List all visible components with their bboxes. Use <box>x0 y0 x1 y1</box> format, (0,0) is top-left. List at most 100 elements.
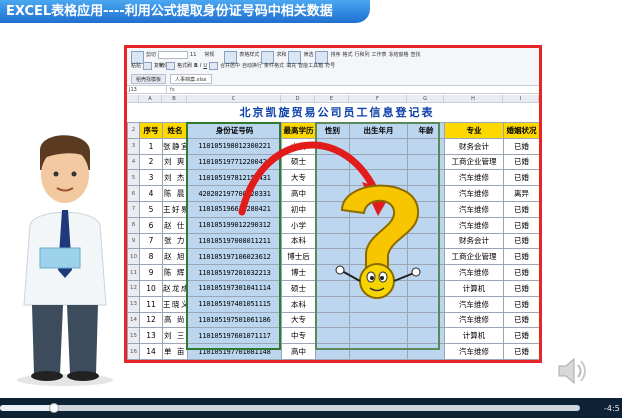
row-number[interactable]: 5 <box>127 169 140 187</box>
major-cell[interactable]: 汽车维修 <box>444 343 504 360</box>
marital-status-cell[interactable]: 已婚 <box>503 327 539 345</box>
serial-cell[interactable]: 7 <box>139 232 163 250</box>
major-cell[interactable]: 工商企业管理 <box>444 153 504 171</box>
id-number-cell[interactable]: 110105198012300221 <box>187 137 282 155</box>
education-cell[interactable]: 本科 <box>281 232 316 250</box>
id-number-cell[interactable]: 110105197712200421 <box>187 153 282 171</box>
serial-cell[interactable]: 12 <box>139 311 163 329</box>
birth-date-cell[interactable] <box>349 137 408 155</box>
row-number[interactable]: 9 <box>127 232 140 250</box>
major-cell[interactable]: 计算机 <box>444 358 504 360</box>
column-header-cell[interactable]: 年龄 <box>407 122 445 139</box>
row-number[interactable]: 14 <box>127 311 140 329</box>
birth-date-cell[interactable] <box>349 311 408 329</box>
education-cell[interactable]: 博士 <box>281 264 316 281</box>
row-number[interactable]: 11 <box>127 264 140 281</box>
row-number[interactable]: 16 <box>127 343 140 360</box>
name-cell[interactable]: 张静宜 <box>162 137 188 155</box>
serial-cell[interactable]: 8 <box>139 248 163 266</box>
gender-cell[interactable] <box>315 137 350 155</box>
major-cell[interactable]: 工商企业管理 <box>444 248 504 266</box>
name-cell[interactable]: 赵 旭 <box>162 248 188 266</box>
education-cell[interactable]: 小学 <box>281 216 316 234</box>
major-cell[interactable]: 汽车维修 <box>444 264 504 281</box>
marital-status-cell[interactable]: 未婚 <box>503 358 539 360</box>
id-number-cell[interactable]: 110105196612280421 <box>187 200 282 218</box>
serial-cell[interactable]: 13 <box>139 327 163 345</box>
name-cell[interactable]: 刘 三 <box>162 327 188 345</box>
name-cell[interactable]: 王好易 <box>162 200 188 218</box>
marital-status-cell[interactable]: 离异 <box>503 185 539 202</box>
age-cell[interactable] <box>407 327 445 345</box>
marital-status-cell[interactable]: 已婚 <box>503 295 539 313</box>
serial-cell[interactable]: 5 <box>139 200 163 218</box>
serial-cell[interactable]: 15 <box>139 358 163 360</box>
column-header-cell[interactable]: 最高学历 <box>281 122 316 139</box>
serial-cell[interactable]: 14 <box>139 343 163 360</box>
education-cell[interactable]: 硕士 <box>281 153 316 171</box>
id-number-cell[interactable]: 110105197701081148 <box>187 343 282 360</box>
progress-track[interactable] <box>0 405 580 411</box>
name-cell[interactable]: 王晓义 <box>162 295 188 313</box>
serial-cell[interactable]: 2 <box>139 153 163 171</box>
row-number[interactable]: 8 <box>127 216 140 234</box>
row-number[interactable]: 10 <box>127 248 140 266</box>
education-cell[interactable]: 初中 <box>281 200 316 218</box>
major-cell[interactable]: 计算机 <box>444 327 504 345</box>
marital-status-cell[interactable]: 已婚 <box>503 279 539 297</box>
marital-status-cell[interactable]: 已婚 <box>503 232 539 250</box>
column-header-cell[interactable]: 婚姻状况 <box>503 122 539 139</box>
major-cell[interactable]: 汽车维修 <box>444 311 504 329</box>
row-number[interactable]: 7 <box>127 200 140 218</box>
id-number-cell[interactable]: 110105197801091119 <box>187 358 282 360</box>
gender-cell[interactable] <box>315 327 350 345</box>
major-cell[interactable]: 汽车维修 <box>444 169 504 187</box>
id-number-cell[interactable]: 110105197401051115 <box>187 295 282 313</box>
marital-status-cell[interactable]: 已婚 <box>503 200 539 218</box>
major-cell[interactable]: 汽车维修 <box>444 200 504 218</box>
row-number[interactable]: 4 <box>127 153 140 171</box>
serial-cell[interactable]: 10 <box>139 279 163 297</box>
row-number[interactable]: 17 <box>127 358 140 360</box>
id-number-cell[interactable]: 110105197501061186 <box>187 311 282 329</box>
marital-status-cell[interactable]: 已婚 <box>503 137 539 155</box>
id-number-cell[interactable]: 110105197812150431 <box>187 169 282 187</box>
education-cell[interactable]: 大专 <box>281 311 316 329</box>
row-number[interactable]: 12 <box>127 279 140 297</box>
name-cell[interactable]: 赵 仕 <box>162 216 188 234</box>
age-cell[interactable] <box>407 137 445 155</box>
age-cell[interactable] <box>407 311 445 329</box>
id-number-cell[interactable]: 110105199012290312 <box>187 216 282 234</box>
gender-cell[interactable] <box>315 153 350 171</box>
education-cell[interactable]: 本科 <box>281 137 316 155</box>
age-cell[interactable] <box>407 343 445 360</box>
marital-status-cell[interactable]: 已婚 <box>503 248 539 266</box>
major-cell[interactable]: 财务会计 <box>444 137 504 155</box>
education-cell[interactable]: 高中 <box>281 185 316 202</box>
major-cell[interactable]: 汽车维修 <box>444 216 504 234</box>
education-cell[interactable]: 其它 <box>281 358 316 360</box>
marital-status-cell[interactable]: 已婚 <box>503 153 539 171</box>
education-cell[interactable]: 本科 <box>281 295 316 313</box>
id-number-cell[interactable]: 110105197106023612 <box>187 248 282 266</box>
id-number-cell[interactable]: 420202197708120331 <box>187 185 282 202</box>
name-cell[interactable]: 贾 威 <box>162 358 188 360</box>
marital-status-cell[interactable]: 已婚 <box>503 311 539 329</box>
serial-cell[interactable]: 1 <box>139 137 163 155</box>
major-cell[interactable]: 汽车维修 <box>444 185 504 202</box>
column-header-cell[interactable]: 姓名 <box>162 122 188 139</box>
column-header-cell[interactable]: 性别 <box>315 122 350 139</box>
major-cell[interactable]: 财务会计 <box>444 232 504 250</box>
education-cell[interactable]: 博士后 <box>281 248 316 266</box>
name-cell[interactable]: 刘 爽 <box>162 153 188 171</box>
row-number[interactable]: 13 <box>127 295 140 313</box>
row-number[interactable]: 2 <box>127 122 140 139</box>
birth-date-cell[interactable] <box>349 358 408 360</box>
name-cell[interactable]: 刘 杰 <box>162 169 188 187</box>
name-cell[interactable]: 张 力 <box>162 232 188 250</box>
name-cell[interactable]: 赵龙成 <box>162 279 188 297</box>
education-cell[interactable]: 中专 <box>281 327 316 345</box>
education-cell[interactable]: 硕士 <box>281 279 316 297</box>
birth-date-cell[interactable] <box>349 153 408 171</box>
name-cell[interactable]: 陈 晨 <box>162 185 188 202</box>
